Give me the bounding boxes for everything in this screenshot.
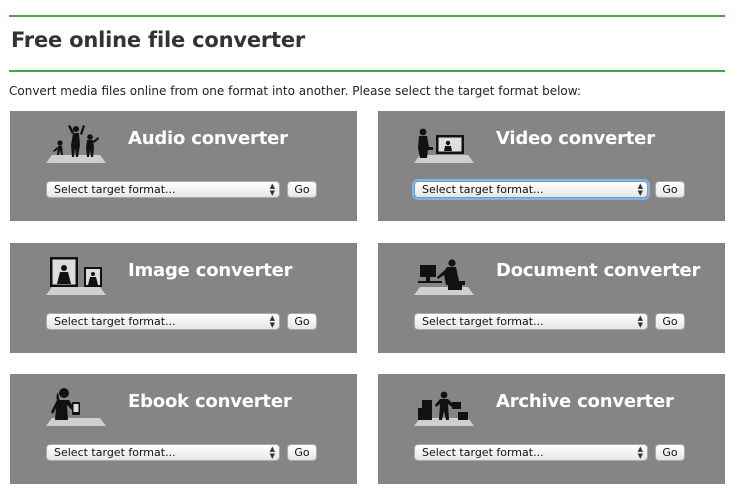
go-button[interactable]: Go — [655, 181, 685, 198]
target-format-select[interactable]: Select target format... ▲ ▼ — [414, 444, 648, 461]
target-format-select[interactable]: Select target format... ▲ ▼ — [46, 181, 280, 198]
go-button[interactable]: Go — [287, 181, 317, 198]
select-arrows-icon: ▲ ▼ — [269, 314, 275, 329]
select-arrows-icon: ▲ ▼ — [637, 445, 643, 460]
picture-frames-icon — [46, 257, 106, 295]
top-divider — [9, 15, 725, 17]
ebook-converter-card: Ebook converter Select target format... … — [10, 374, 357, 484]
go-button[interactable]: Go — [655, 313, 685, 330]
card-title: Archive converter — [496, 391, 674, 412]
card-title: Image converter — [128, 260, 293, 281]
page-title: Free online file converter — [11, 28, 306, 52]
dancers-icon — [46, 125, 106, 163]
title-divider — [9, 70, 725, 72]
select-arrows-icon: ▲ ▼ — [637, 314, 643, 329]
go-button[interactable]: Go — [287, 313, 317, 330]
card-title: Video converter — [496, 128, 655, 149]
box-stack-icon — [414, 391, 474, 426]
target-format-select[interactable]: Select target format... ▲ ▼ — [46, 313, 280, 330]
select-arrows-icon: ▲ ▼ — [637, 182, 643, 197]
intro-text: Convert media files online from one form… — [9, 84, 581, 98]
archive-converter-card: Archive converter Select target format..… — [378, 374, 725, 484]
image-converter-card: Image converter Select target format... … — [10, 243, 357, 353]
card-title: Ebook converter — [128, 391, 292, 412]
target-format-select[interactable]: Select target format... ▲ ▼ — [414, 181, 648, 198]
select-arrows-icon: ▲ ▼ — [269, 182, 275, 197]
card-title: Audio converter — [128, 128, 288, 149]
video-converter-card: Video converter Select target format... … — [378, 111, 725, 221]
document-converter-card: Document converter Select target format.… — [378, 243, 725, 353]
video-viewer-icon — [414, 128, 474, 163]
target-format-select[interactable]: Select target format... ▲ ▼ — [414, 313, 648, 330]
person-at-computer-icon — [414, 259, 474, 295]
go-button[interactable]: Go — [655, 444, 685, 461]
card-title: Document converter — [496, 260, 701, 281]
select-arrows-icon: ▲ ▼ — [269, 445, 275, 460]
go-button[interactable]: Go — [287, 444, 317, 461]
reader-icon — [46, 388, 106, 426]
target-format-select[interactable]: Select target format... ▲ ▼ — [46, 444, 280, 461]
audio-converter-card: Audio converter Select target format... … — [10, 111, 357, 221]
